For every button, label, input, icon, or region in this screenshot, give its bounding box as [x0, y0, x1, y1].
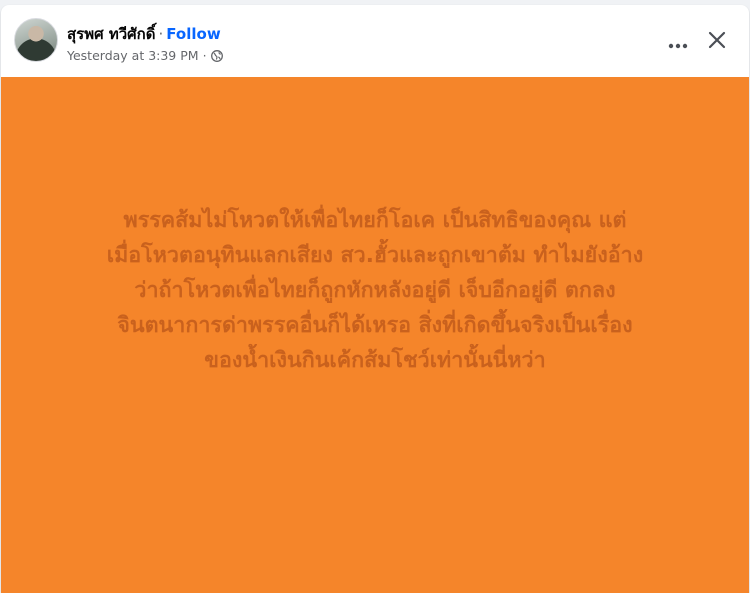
author-avatar[interactable] [14, 18, 58, 62]
post-header: สุรพศ ทวีศักดิ์ · Follow Yesterday at 3:39… [1, 5, 749, 75]
author-name[interactable]: สุรพศ ทวีศักดิ์ [67, 25, 156, 43]
close-button[interactable] [702, 27, 732, 57]
post-body-text: พรรคส้มไม่โหวตให้เพื่อไทยก็โอเค เป็นสิทธ… [106, 207, 644, 373]
close-icon [708, 31, 726, 53]
post-viewer: สุรพศ ทวีศักดิ์ · Follow Yesterday at 3:39… [0, 0, 750, 593]
follow-button[interactable]: Follow [166, 25, 220, 43]
name-separator: · [158, 25, 164, 43]
author-row: สุรพศ ทวีศักดิ์ · Follow [67, 24, 221, 44]
post-meta: Yesterday at 3:39 PM · [67, 48, 223, 64]
post-background: พรรคส้มไม่โหวตให้เพื่อไทยก็โอเค เป็นสิทธ… [1, 77, 749, 593]
more-options-button[interactable] [661, 30, 695, 56]
meta-separator: · [202, 48, 207, 63]
post-card: สุรพศ ทวีศักดิ์ · Follow Yesterday at 3:39… [1, 5, 749, 593]
post-timestamp[interactable]: Yesterday at 3:39 PM [67, 48, 199, 64]
more-options-icon [668, 34, 688, 53]
globe-icon[interactable] [210, 50, 223, 62]
